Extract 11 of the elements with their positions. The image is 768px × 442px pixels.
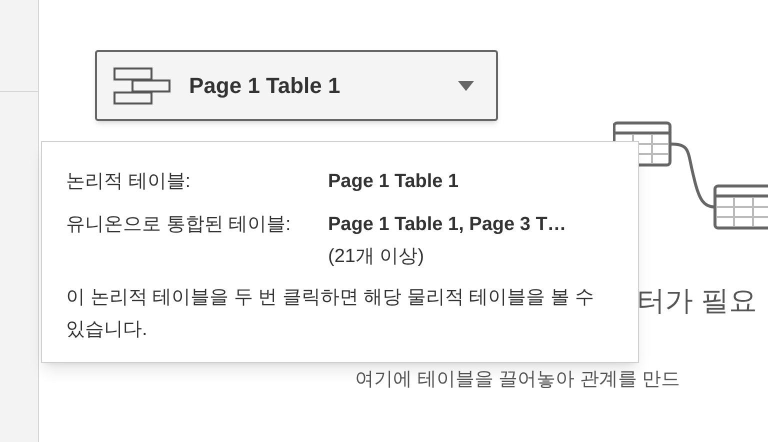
tooltip-note: (21개 이상) — [328, 245, 426, 269]
canvas-hint: 여기에 테이블을 끌어놓아 관계를 만드 — [355, 368, 680, 392]
union-icon — [113, 66, 171, 104]
tooltip-label: 논리적 테이블: — [66, 170, 192, 194]
tooltip-value: Page 1 Table 1 — [328, 170, 459, 194]
canvas-heading: 터가 필요 — [637, 284, 757, 318]
tooltip-value: Page 1 Table 1, Page 3 T… — [328, 212, 566, 236]
caret-icon — [458, 80, 474, 90]
tooltip-label: 유니온으로 통합된 테이블: — [66, 212, 292, 236]
table-selector-dropdown[interactable]: Page 1 Table 1 — [95, 50, 498, 121]
tooltip-description: 이 논리적 테이블을 두 번 클릭하면 해당 물리적 테이블을 볼 수 있습니다. — [66, 286, 595, 342]
